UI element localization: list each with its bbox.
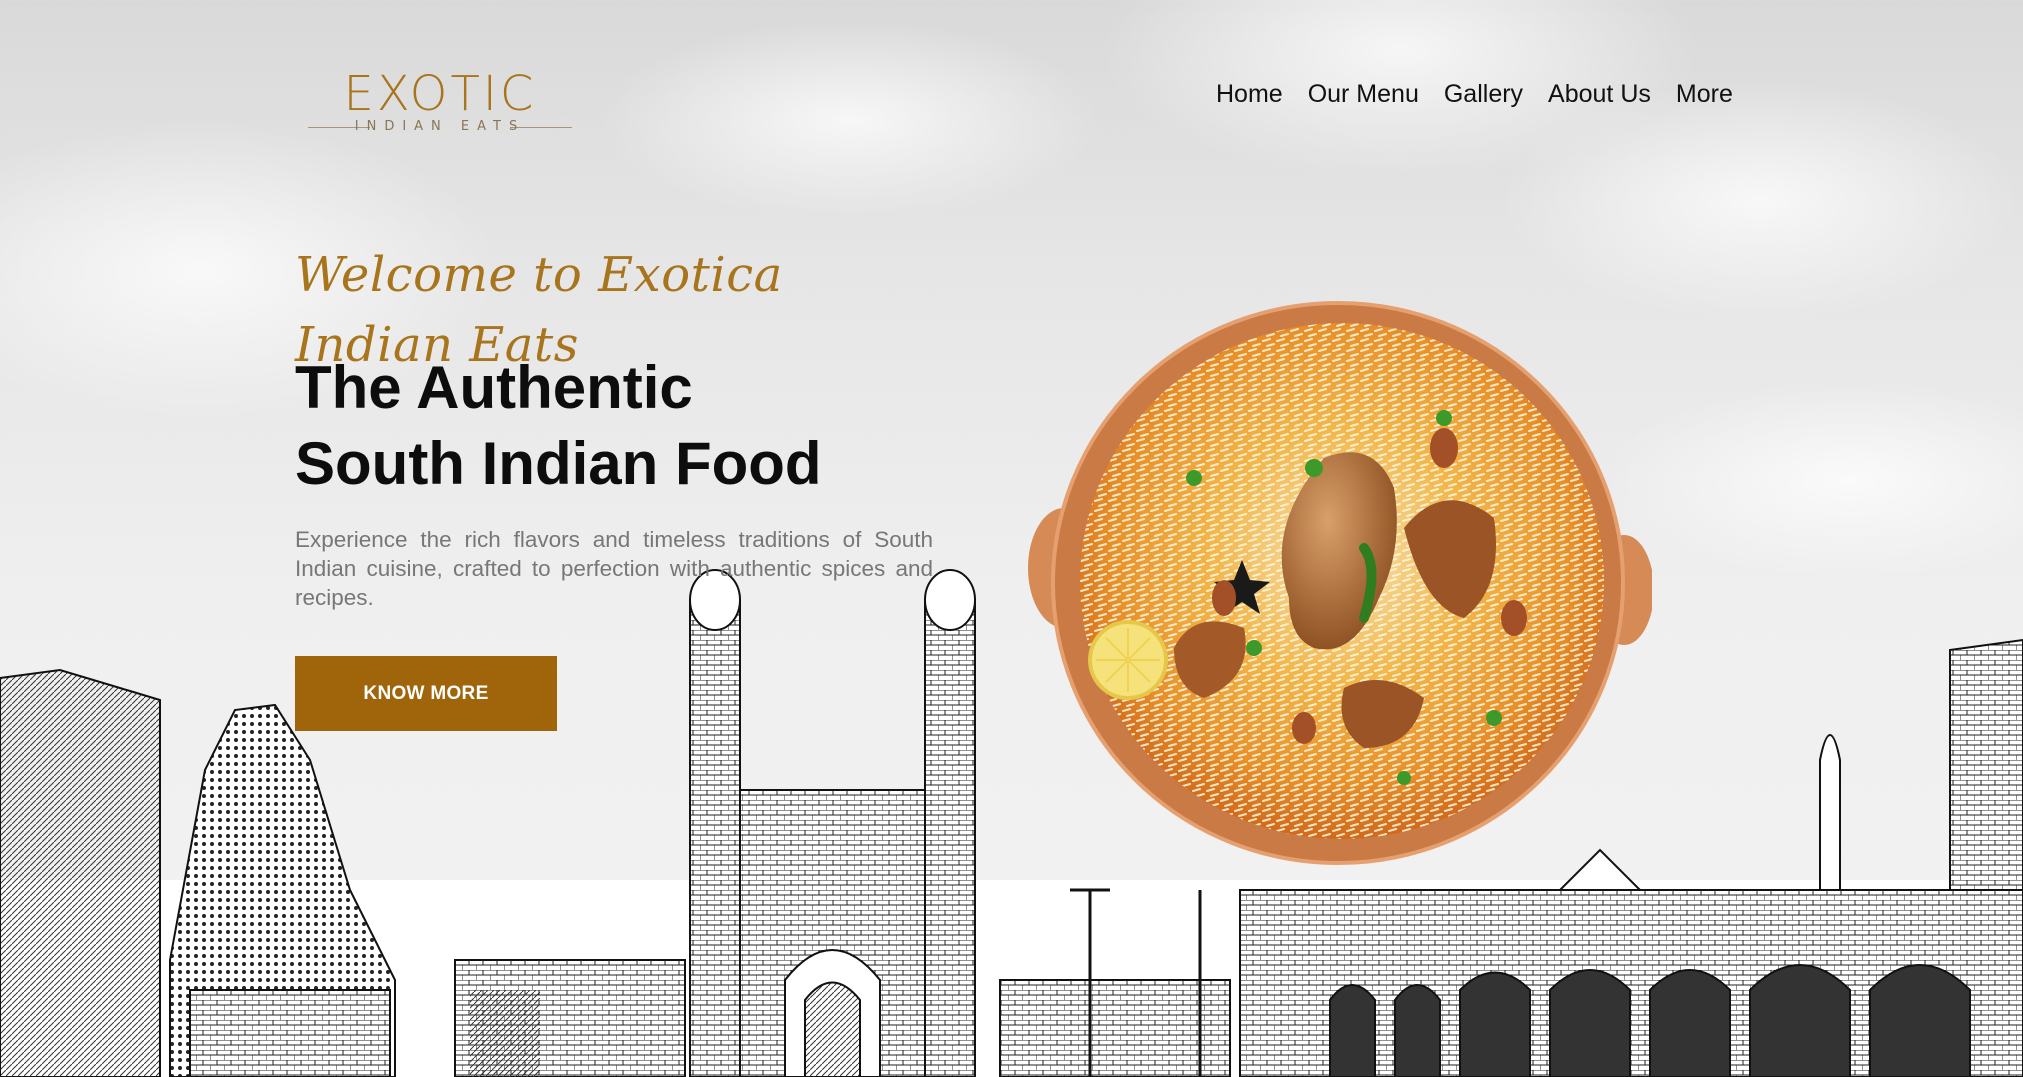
nav-our-menu[interactable]: Our Menu	[1308, 76, 1419, 112]
know-more-button[interactable]: KNOW MORE	[295, 656, 557, 731]
biryani-dish-image	[1028, 301, 1652, 865]
nav-gallery[interactable]: Gallery	[1444, 76, 1523, 112]
brand-tagline: INDIAN EATS	[354, 119, 526, 134]
nav-about-us[interactable]: About Us	[1548, 76, 1651, 112]
headline-line-2: South Indian Food	[295, 430, 822, 497]
brand-logo[interactable]: EXOTIC INDIAN EATS	[305, 66, 575, 136]
landmarks-sketch	[0, 569, 2023, 1077]
brand-name: EXOTIC	[343, 66, 537, 122]
hero-headline: The Authentic South Indian Food	[295, 350, 822, 502]
hero-description: Experience the rich flavors and timeless…	[295, 527, 933, 610]
main-nav: Home Our Menu Gallery About Us More	[1216, 76, 1733, 112]
headline-line-1: The Authentic	[295, 354, 693, 421]
nav-home[interactable]: Home	[1216, 76, 1283, 112]
nav-more[interactable]: More	[1676, 76, 1733, 112]
